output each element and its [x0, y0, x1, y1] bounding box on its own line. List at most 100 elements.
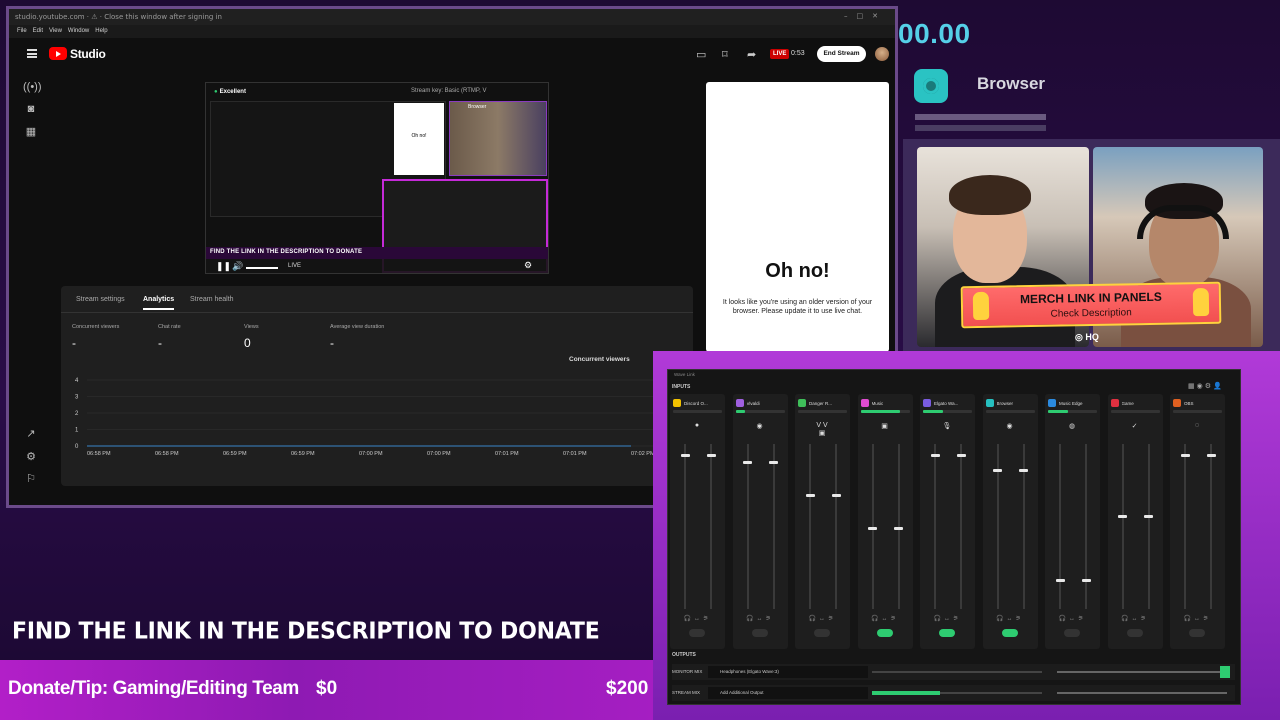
channel-footer-icons[interactable]: 🎧↔⚞: [1170, 615, 1225, 622]
channel-header[interactable]: Vivaldi: [735, 398, 785, 408]
channel-link-toggle[interactable]: [876, 629, 893, 637]
window-controls[interactable]: –□✕: [844, 12, 887, 20]
output-volume-slider[interactable]: [1057, 671, 1227, 673]
stream-fader-knob[interactable]: [1144, 514, 1153, 518]
stream-fader-knob[interactable]: [1081, 579, 1091, 583]
hamburger-icon[interactable]: [27, 49, 37, 58]
settings-icon[interactable]: ⚙: [23, 450, 39, 463]
stream-fader-knob[interactable]: [1019, 468, 1028, 472]
channel-app-icon[interactable]: ▣: [878, 422, 892, 434]
channel-app-icon[interactable]: ◉: [753, 422, 767, 434]
avatar[interactable]: [875, 47, 889, 61]
monitor-fader-track[interactable]: [1121, 444, 1124, 609]
channel-link-toggle[interactable]: [1064, 629, 1080, 637]
end-stream-button[interactable]: End Stream: [817, 46, 866, 62]
broadcast-icon[interactable]: ((•)): [23, 81, 42, 93]
stream-fader-track[interactable]: [1147, 444, 1150, 609]
stream-fader-track[interactable]: [835, 444, 837, 609]
monitor-fader-knob[interactable]: [993, 468, 1002, 472]
external-link-icon[interactable]: ↗: [23, 427, 39, 440]
mixer-toolbar-icons[interactable]: ▦◉⚙👤: [1188, 382, 1224, 390]
output-toggle[interactable]: [1220, 666, 1230, 678]
stream-preview[interactable]: Excellent Stream key: Basic (RTMP, V Oh …: [205, 82, 549, 274]
output-volume-slider[interactable]: [1057, 692, 1227, 694]
tab-stream-settings[interactable]: Stream settings: [76, 296, 125, 303]
stream-fader-track[interactable]: [1210, 444, 1212, 609]
channel-app-icon[interactable]: ✓: [1128, 422, 1142, 434]
url-bar[interactable]: studio.youtube.com · ⚠ · Close this wind…: [9, 9, 895, 25]
captions-icon[interactable]: ▭: [696, 48, 706, 61]
channel-header[interactable]: Discord O...: [673, 398, 722, 408]
stream-fader-knob[interactable]: [956, 453, 966, 457]
channel-link-toggle[interactable]: [689, 629, 705, 637]
channel-header[interactable]: OBS: [1173, 398, 1222, 408]
channel-footer-icons[interactable]: 🎧↔⚞: [1108, 615, 1163, 622]
bookmark-icon[interactable]: ⌑: [722, 48, 728, 61]
output-device-select[interactable]: Headphones (Elgato Wave:3): [708, 666, 868, 678]
menu-file[interactable]: File: [17, 28, 27, 35]
channel-footer-icons[interactable]: 🎧↔⚞: [795, 615, 850, 622]
channel-footer-icons[interactable]: 🎧↔⚞: [1045, 615, 1100, 622]
tab-analytics[interactable]: Analytics: [143, 296, 175, 310]
monitor-fader-knob[interactable]: [1118, 514, 1127, 518]
stream-fader-knob[interactable]: [1206, 453, 1216, 457]
tab-stream-health[interactable]: Stream health: [190, 296, 234, 303]
channel-footer-icons[interactable]: 🎧↔⚞: [733, 615, 788, 622]
channel-link-toggle[interactable]: [751, 629, 768, 637]
stream-fader-track[interactable]: [1085, 444, 1087, 609]
monitor-fader-track[interactable]: [1059, 444, 1061, 609]
gear-icon[interactable]: ⚙: [524, 260, 532, 271]
channel-app-icon[interactable]: ◍: [1065, 422, 1079, 434]
stream-fader-track[interactable]: [772, 444, 775, 609]
channel-header[interactable]: Game: [1110, 398, 1160, 408]
menu-view[interactable]: View: [49, 28, 62, 35]
monitor-fader-track[interactable]: [809, 444, 811, 609]
camera-icon[interactable]: ◙: [23, 103, 39, 115]
channel-link-toggle[interactable]: [939, 629, 955, 637]
monitor-fader-knob[interactable]: [1055, 579, 1065, 583]
channel-footer-icons[interactable]: 🎧↔⚞: [983, 615, 1038, 622]
stream-fader-knob[interactable]: [706, 453, 716, 457]
menu-edit[interactable]: Edit: [33, 28, 43, 35]
stream-fader-track[interactable]: [710, 444, 712, 609]
menu-help[interactable]: Help: [95, 28, 107, 35]
monitor-fader-track[interactable]: [934, 444, 936, 609]
channel-footer-icons[interactable]: 🎧↔⚞: [670, 615, 725, 622]
channel-link-toggle[interactable]: [814, 629, 830, 637]
stream-fader-knob[interactable]: [769, 460, 778, 464]
channel-app-icon[interactable]: ●: [690, 422, 704, 434]
channel-header[interactable]: Elgato Wa...: [923, 398, 972, 408]
channel-app-icon[interactable]: 🎙: [940, 422, 954, 434]
volume-slider[interactable]: [246, 267, 278, 269]
volume-icon[interactable]: 🔊: [232, 261, 243, 272]
monitor-fader-track[interactable]: [1184, 444, 1186, 609]
channel-footer-icons[interactable]: 🎧↔⚞: [920, 615, 975, 622]
channel-header[interactable]: Music: [860, 398, 910, 408]
stream-fader-knob[interactable]: [831, 493, 841, 497]
feedback-icon[interactable]: ⚐: [23, 472, 39, 485]
calendar-icon[interactable]: ▦: [23, 125, 39, 138]
stream-fader-knob[interactable]: [894, 526, 903, 530]
monitor-fader-track[interactable]: [746, 444, 749, 609]
pause-icon[interactable]: ❚❚: [216, 261, 231, 272]
channel-footer-icons[interactable]: 🎧↔⚞: [858, 615, 913, 622]
channel-app-icon[interactable]: V V ▣: [815, 422, 829, 437]
monitor-fader-knob[interactable]: [680, 453, 690, 457]
channel-header[interactable]: Music Edge: [1048, 398, 1097, 408]
monitor-fader-knob[interactable]: [805, 493, 815, 497]
channel-link-toggle[interactable]: [1189, 629, 1205, 637]
monitor-fader-track[interactable]: [684, 444, 686, 609]
output-device-select[interactable]: Add Additional Output: [708, 687, 868, 699]
channel-app-icon[interactable]: ◌: [1190, 422, 1204, 434]
channel-app-icon[interactable]: ◉: [1003, 422, 1017, 434]
monitor-fader-knob[interactable]: [1180, 453, 1190, 457]
share-icon[interactable]: ➦: [747, 48, 756, 61]
channel-header[interactable]: Browser: [985, 398, 1035, 408]
monitor-fader-knob[interactable]: [930, 453, 940, 457]
stream-fader-track[interactable]: [960, 444, 962, 609]
channel-link-toggle[interactable]: [1001, 629, 1018, 637]
channel-link-toggle[interactable]: [1126, 629, 1143, 637]
menu-window[interactable]: Window: [68, 28, 89, 35]
monitor-fader-knob[interactable]: [743, 460, 752, 464]
youtube-logo-icon[interactable]: [49, 47, 67, 60]
